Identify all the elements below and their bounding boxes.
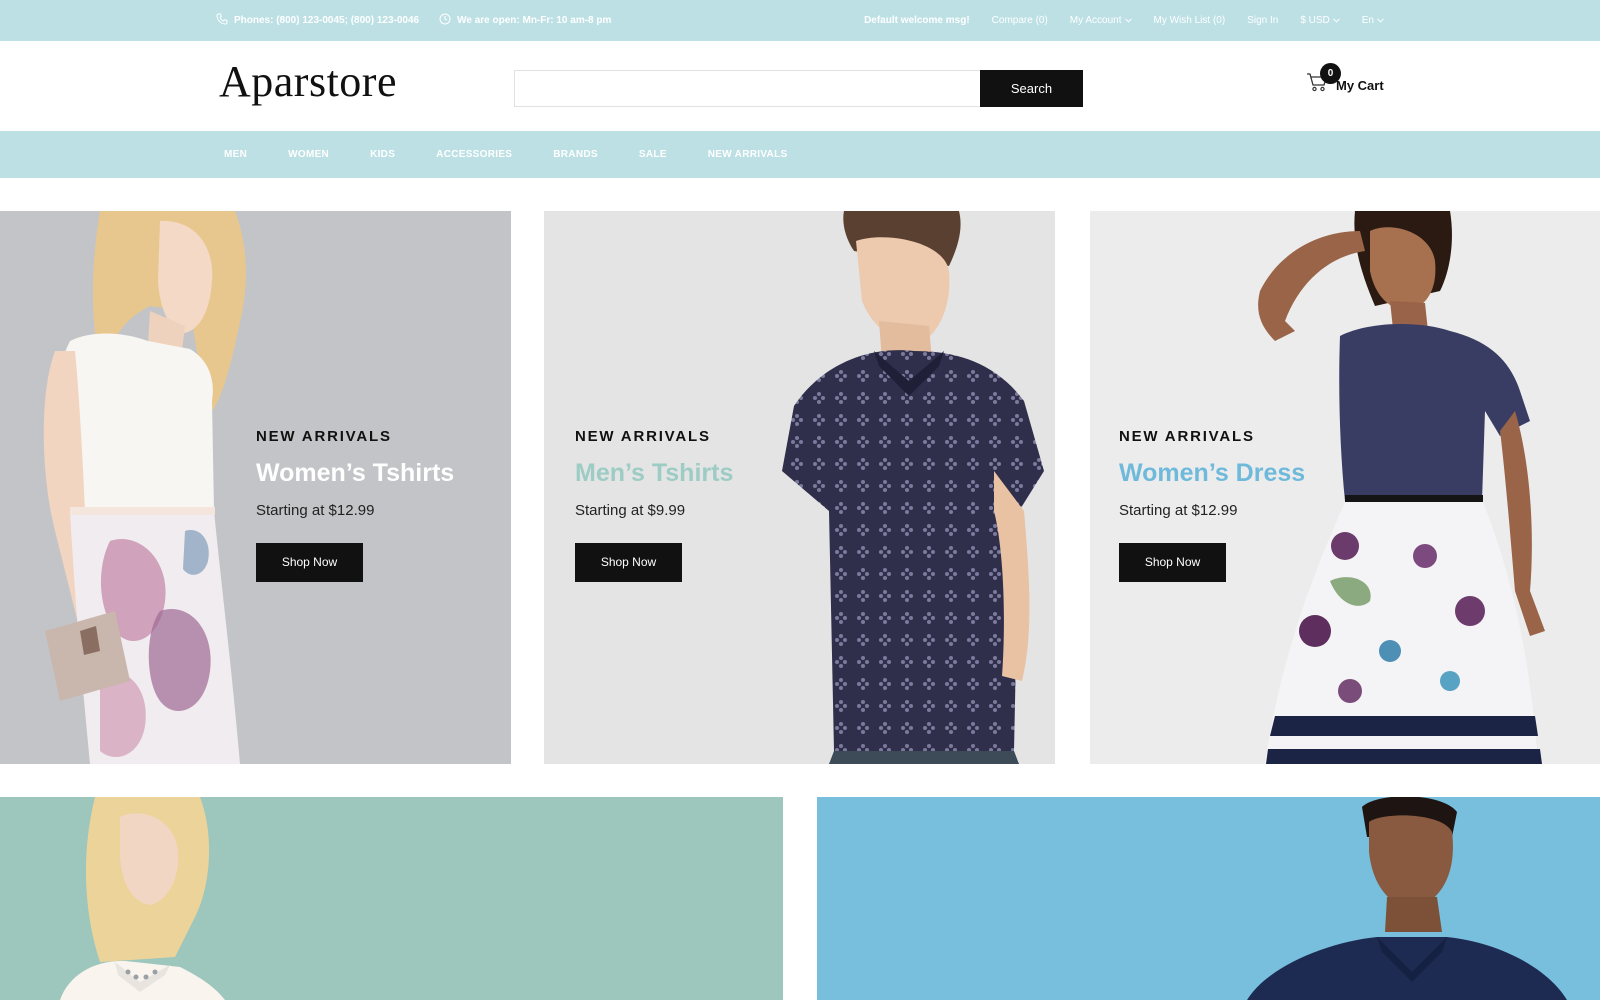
- banner-title: Women’s Tshirts: [256, 459, 455, 487]
- header: Aparstore Search 0 My Cart: [0, 41, 1600, 131]
- mini-cart[interactable]: 0 My Cart: [1306, 63, 1384, 98]
- banner-text: NEW ARRIVALS Women’s Dress Starting at $…: [1119, 428, 1305, 582]
- nav-item-men[interactable]: MEN: [224, 149, 247, 160]
- wishlist-link[interactable]: My Wish List (0): [1154, 15, 1226, 26]
- search-bar: Search: [514, 70, 1083, 107]
- model-photo: [60, 797, 225, 1000]
- shop-now-button[interactable]: Shop Now: [575, 543, 682, 582]
- nav-item-brands[interactable]: BRANDS: [553, 149, 598, 160]
- banner-price: Starting at $12.99: [256, 502, 375, 519]
- my-account-dropdown[interactable]: My Account: [1070, 15, 1132, 26]
- chevron-down-icon: [1377, 18, 1384, 23]
- currency-dropdown[interactable]: $ USD: [1300, 15, 1340, 26]
- promo-tile-men[interactable]: [817, 797, 1600, 1000]
- banner-text: NEW ARRIVALS Women’s Tshirts Starting at…: [256, 428, 454, 582]
- search-input[interactable]: [514, 70, 980, 107]
- main-navigation: MEN WOMEN KIDS ACCESSORIES BRANDS SALE N…: [0, 131, 1600, 178]
- promo-banner-womens-tshirts[interactable]: NEW ARRIVALS Women’s Tshirts Starting at…: [0, 211, 511, 764]
- search-button[interactable]: Search: [980, 70, 1083, 107]
- promo-banner-womens-dress[interactable]: NEW ARRIVALS Women’s Dress Starting at $…: [1090, 211, 1600, 764]
- cart-count-badge: 0: [1320, 63, 1341, 84]
- banner-title: Men’s Tshirts: [575, 459, 734, 487]
- top-bar: Phones: (800) 123-0045; (800) 123-0046 W…: [0, 0, 1600, 41]
- sign-in-link[interactable]: Sign In: [1247, 15, 1278, 26]
- top-links: Default welcome msg! Compare (0) My Acco…: [864, 0, 1384, 41]
- nav-item-kids[interactable]: KIDS: [370, 149, 395, 160]
- compare-link[interactable]: Compare (0): [992, 15, 1048, 26]
- model-photo: [1247, 797, 1567, 1000]
- promo-tile-women[interactable]: [0, 797, 783, 1000]
- phones-info: Phones: (800) 123-0045; (800) 123-0046: [216, 13, 419, 28]
- promo-banner-mens-tshirts[interactable]: NEW ARRIVALS Men’s Tshirts Starting at $…: [544, 211, 1055, 764]
- shop-now-button[interactable]: Shop Now: [256, 543, 363, 582]
- chevron-down-icon: [1332, 18, 1340, 23]
- phones-text: Phones: (800) 123-0045; (800) 123-0046: [234, 15, 420, 26]
- banner-text: NEW ARRIVALS Men’s Tshirts Starting at $…: [575, 428, 733, 582]
- hours-text: We are open: Mn-Fr: 10 am-8 pm: [457, 15, 612, 26]
- phone-icon: [216, 13, 228, 28]
- banner-price: Starting at $12.99: [1119, 502, 1238, 519]
- banner-title: Women’s Dress: [1119, 459, 1306, 487]
- chevron-down-icon: [1124, 18, 1132, 23]
- contact-info: Phones: (800) 123-0045; (800) 123-0046 W…: [216, 0, 611, 41]
- banner-eyebrow: NEW ARRIVALS: [575, 428, 711, 445]
- clock-icon: [439, 13, 451, 28]
- banner-eyebrow: NEW ARRIVALS: [256, 428, 392, 445]
- banner-price: Starting at $9.99: [575, 502, 686, 519]
- shop-now-button[interactable]: Shop Now: [1119, 543, 1226, 582]
- nav-item-accessories[interactable]: ACCESSORIES: [436, 149, 512, 160]
- language-dropdown[interactable]: En: [1362, 15, 1384, 26]
- nav-item-sale[interactable]: SALE: [639, 149, 667, 160]
- banner-eyebrow: NEW ARRIVALS: [1119, 428, 1255, 445]
- currency-label: $ USD: [1300, 15, 1330, 26]
- nav-item-women[interactable]: WOMEN: [288, 149, 329, 160]
- hours-info: We are open: Mn-Fr: 10 am-8 pm: [439, 13, 611, 28]
- nav-item-new-arrivals[interactable]: NEW ARRIVALS: [708, 149, 788, 160]
- language-label: En: [1361, 15, 1374, 26]
- my-account-label: My Account: [1069, 15, 1122, 26]
- welcome-message: Default welcome msg!: [864, 15, 970, 26]
- store-logo[interactable]: Aparstore: [219, 60, 397, 104]
- cart-label: My Cart: [1336, 78, 1384, 93]
